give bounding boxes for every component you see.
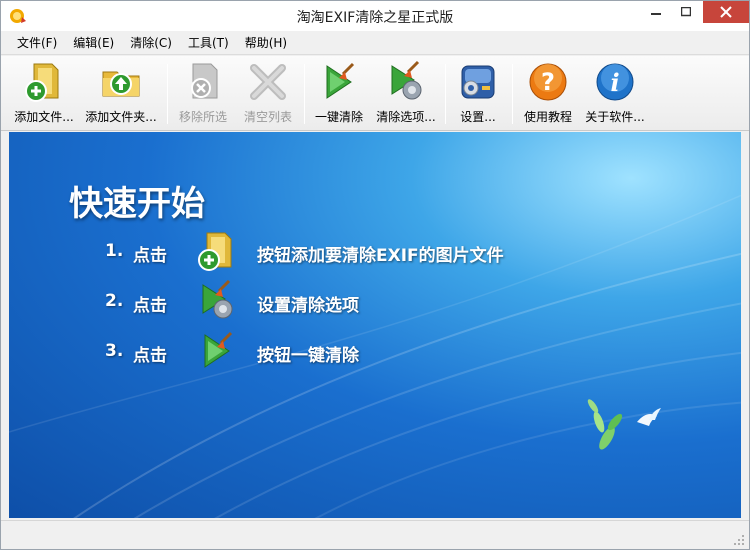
status-bar — [1, 520, 749, 549]
add-file-icon — [198, 232, 232, 271]
resize-grip-icon[interactable] — [733, 534, 745, 546]
clear-list-label: 清空列表 — [243, 110, 292, 124]
svg-text:i: i — [610, 68, 619, 97]
one-click-clean-label: 一键清除 — [314, 110, 363, 124]
toolbar-separator — [445, 64, 446, 124]
add-file-icon — [25, 63, 59, 102]
step-description: 按钮一键清除 — [257, 346, 359, 366]
clean-options-icon — [202, 279, 233, 319]
one-click-clean-button[interactable]: 一键清除 — [307, 60, 371, 128]
window-title: 淘淘EXIF清除之星正式版 — [296, 10, 454, 26]
step-description: 按钮添加要清除EXIF的图片文件 — [257, 246, 504, 266]
clean-options-label: 清除选项... — [376, 110, 436, 124]
close-button[interactable] — [703, 1, 749, 23]
step-description: 设置清除选项 — [257, 296, 359, 316]
maximize-button[interactable] — [671, 1, 701, 23]
settings-label: 设置... — [460, 110, 496, 124]
toolbar-separator — [304, 64, 305, 124]
toolbar: 添加文件... 添加文件夹... 移除所选 清空列表 一键清除 清除选项... … — [1, 56, 749, 131]
step-number: 3. — [105, 341, 124, 361]
step-click-text: 点击 — [133, 346, 167, 366]
menu-help[interactable]: 帮助(H) — [237, 31, 295, 54]
toolbar-separator — [167, 64, 168, 124]
step-row: 3. 点击 按钮一键清除 — [9, 327, 741, 375]
app-window: 淘淘EXIF清除之星正式版 文件(F) 编辑(E) 清除(C) 工具(T) 帮助… — [0, 0, 750, 550]
quick-start-panel: 快速开始 1. 点击 按钮添加要清除EXIF的图片文件 2. 点击 设置清除选项… — [9, 132, 741, 518]
title-bar[interactable]: 淘淘EXIF清除之星正式版 — [1, 1, 749, 31]
menu-tools[interactable]: 工具(T) — [180, 31, 237, 54]
svg-text:?: ? — [541, 68, 555, 96]
menu-edit[interactable]: 编辑(E) — [65, 31, 122, 54]
clear-list-icon — [250, 64, 286, 100]
settings-button[interactable]: 设置... — [453, 60, 503, 128]
bird-decoration — [637, 408, 661, 426]
help-icon: ? — [529, 63, 567, 101]
minimize-icon — [651, 13, 661, 15]
remove-selected-icon — [191, 63, 218, 99]
about-button[interactable]: i 关于软件... — [581, 60, 649, 128]
step-row: 2. 点击 设置清除选项 — [9, 277, 741, 325]
toolbar-separator — [512, 64, 513, 124]
step-row: 1. 点击 按钮添加要清除EXIF的图片文件 — [9, 227, 741, 275]
maximize-icon — [681, 7, 691, 17]
add-folder-button[interactable]: 添加文件夹... — [81, 60, 161, 128]
step-number: 1. — [105, 241, 124, 261]
menu-file[interactable]: 文件(F) — [9, 31, 65, 54]
settings-icon — [461, 65, 495, 99]
minimize-button[interactable] — [641, 1, 671, 23]
one-click-clean-icon — [326, 62, 355, 99]
tutorial-button[interactable]: ? 使用教程 — [517, 60, 579, 128]
quick-start-title: 快速开始 — [69, 184, 205, 224]
about-label: 关于软件... — [585, 110, 645, 124]
tutorial-label: 使用教程 — [523, 110, 572, 124]
remove-selected-button[interactable]: 移除所选 — [171, 60, 235, 128]
add-file-label: 添加文件... — [14, 110, 74, 124]
menu-bar: 文件(F) 编辑(E) 清除(C) 工具(T) 帮助(H) — [1, 31, 749, 55]
clean-options-icon — [391, 60, 422, 100]
add-folder-label: 添加文件夹... — [85, 110, 157, 124]
menu-clean[interactable]: 清除(C) — [122, 31, 180, 54]
add-folder-icon — [102, 71, 140, 97]
remove-selected-label: 移除所选 — [178, 110, 227, 124]
step-click-text: 点击 — [133, 296, 167, 316]
info-icon: i — [596, 63, 634, 101]
add-file-button[interactable]: 添加文件... — [9, 60, 79, 128]
one-click-clean-icon — [204, 331, 233, 368]
step-click-text: 点击 — [133, 246, 167, 266]
close-icon — [720, 6, 732, 18]
clear-list-button[interactable]: 清空列表 — [237, 60, 299, 128]
step-number: 2. — [105, 291, 124, 311]
clean-options-button[interactable]: 清除选项... — [371, 60, 441, 128]
